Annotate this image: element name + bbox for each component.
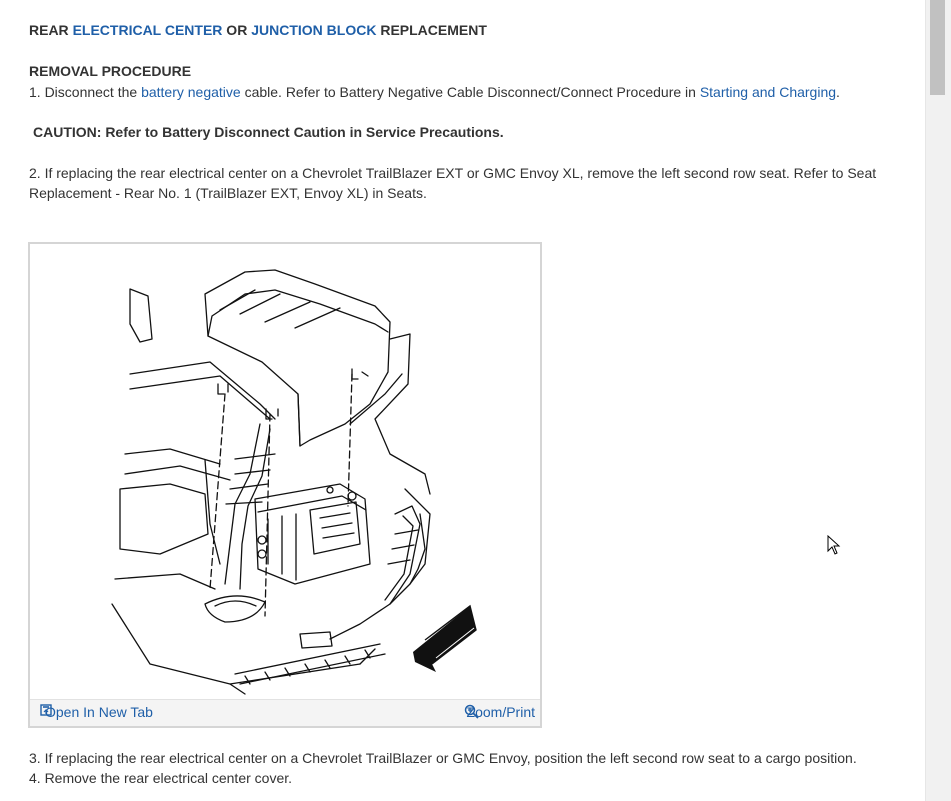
step-4: 4. Remove the rear electrical center cov… — [29, 770, 293, 786]
electrical-center-link[interactable]: ELECTRICAL CENTER — [73, 22, 223, 38]
starting-charging-link[interactable]: Starting and Charging — [700, 84, 836, 100]
step-1-text-c: . — [836, 84, 840, 100]
junction-block-link[interactable]: JUNCTION BLOCK — [251, 22, 376, 38]
direction-arrow-icon — [413, 604, 477, 672]
figure-toolbar: Open In New Tab Zoom/Print — [30, 699, 540, 726]
removal-heading: REMOVAL PROCEDURE — [29, 63, 192, 79]
battery-negative-link[interactable]: battery negative — [141, 84, 241, 100]
figure-box: Open In New Tab Zoom/Print — [28, 242, 542, 728]
page-title: REAR ELECTRICAL CENTER OR JUNCTION BLOCK… — [29, 22, 487, 38]
vertical-scrollbar[interactable] — [925, 0, 951, 801]
step-3: 3. If replacing the rear electrical cent… — [29, 750, 857, 766]
electrical-center-illustration — [111, 269, 477, 695]
mouse-cursor-icon — [827, 534, 841, 558]
scrollbar-thumb[interactable] — [930, 0, 945, 95]
open-in-new-tab-link[interactable]: Open In New Tab — [40, 704, 153, 720]
caution-text: CAUTION: Refer to Battery Disconnect Cau… — [33, 124, 504, 140]
step-2: 2. If replacing the rear electrical cent… — [29, 165, 877, 201]
step-1-text-b: cable. Refer to Battery Negative Cable D… — [240, 84, 700, 100]
open-in-new-tab-label: Open In New Tab — [45, 704, 153, 720]
title-text-2: OR — [222, 22, 252, 38]
title-text-3: REPLACEMENT — [376, 22, 487, 38]
title-text-1: REAR — [29, 22, 73, 38]
step-1: 1. Disconnect the battery negative cable… — [29, 82, 889, 102]
zoom-print-link[interactable]: Zoom/Print — [464, 704, 535, 720]
step-1-text-a: 1. Disconnect the — [29, 84, 142, 100]
